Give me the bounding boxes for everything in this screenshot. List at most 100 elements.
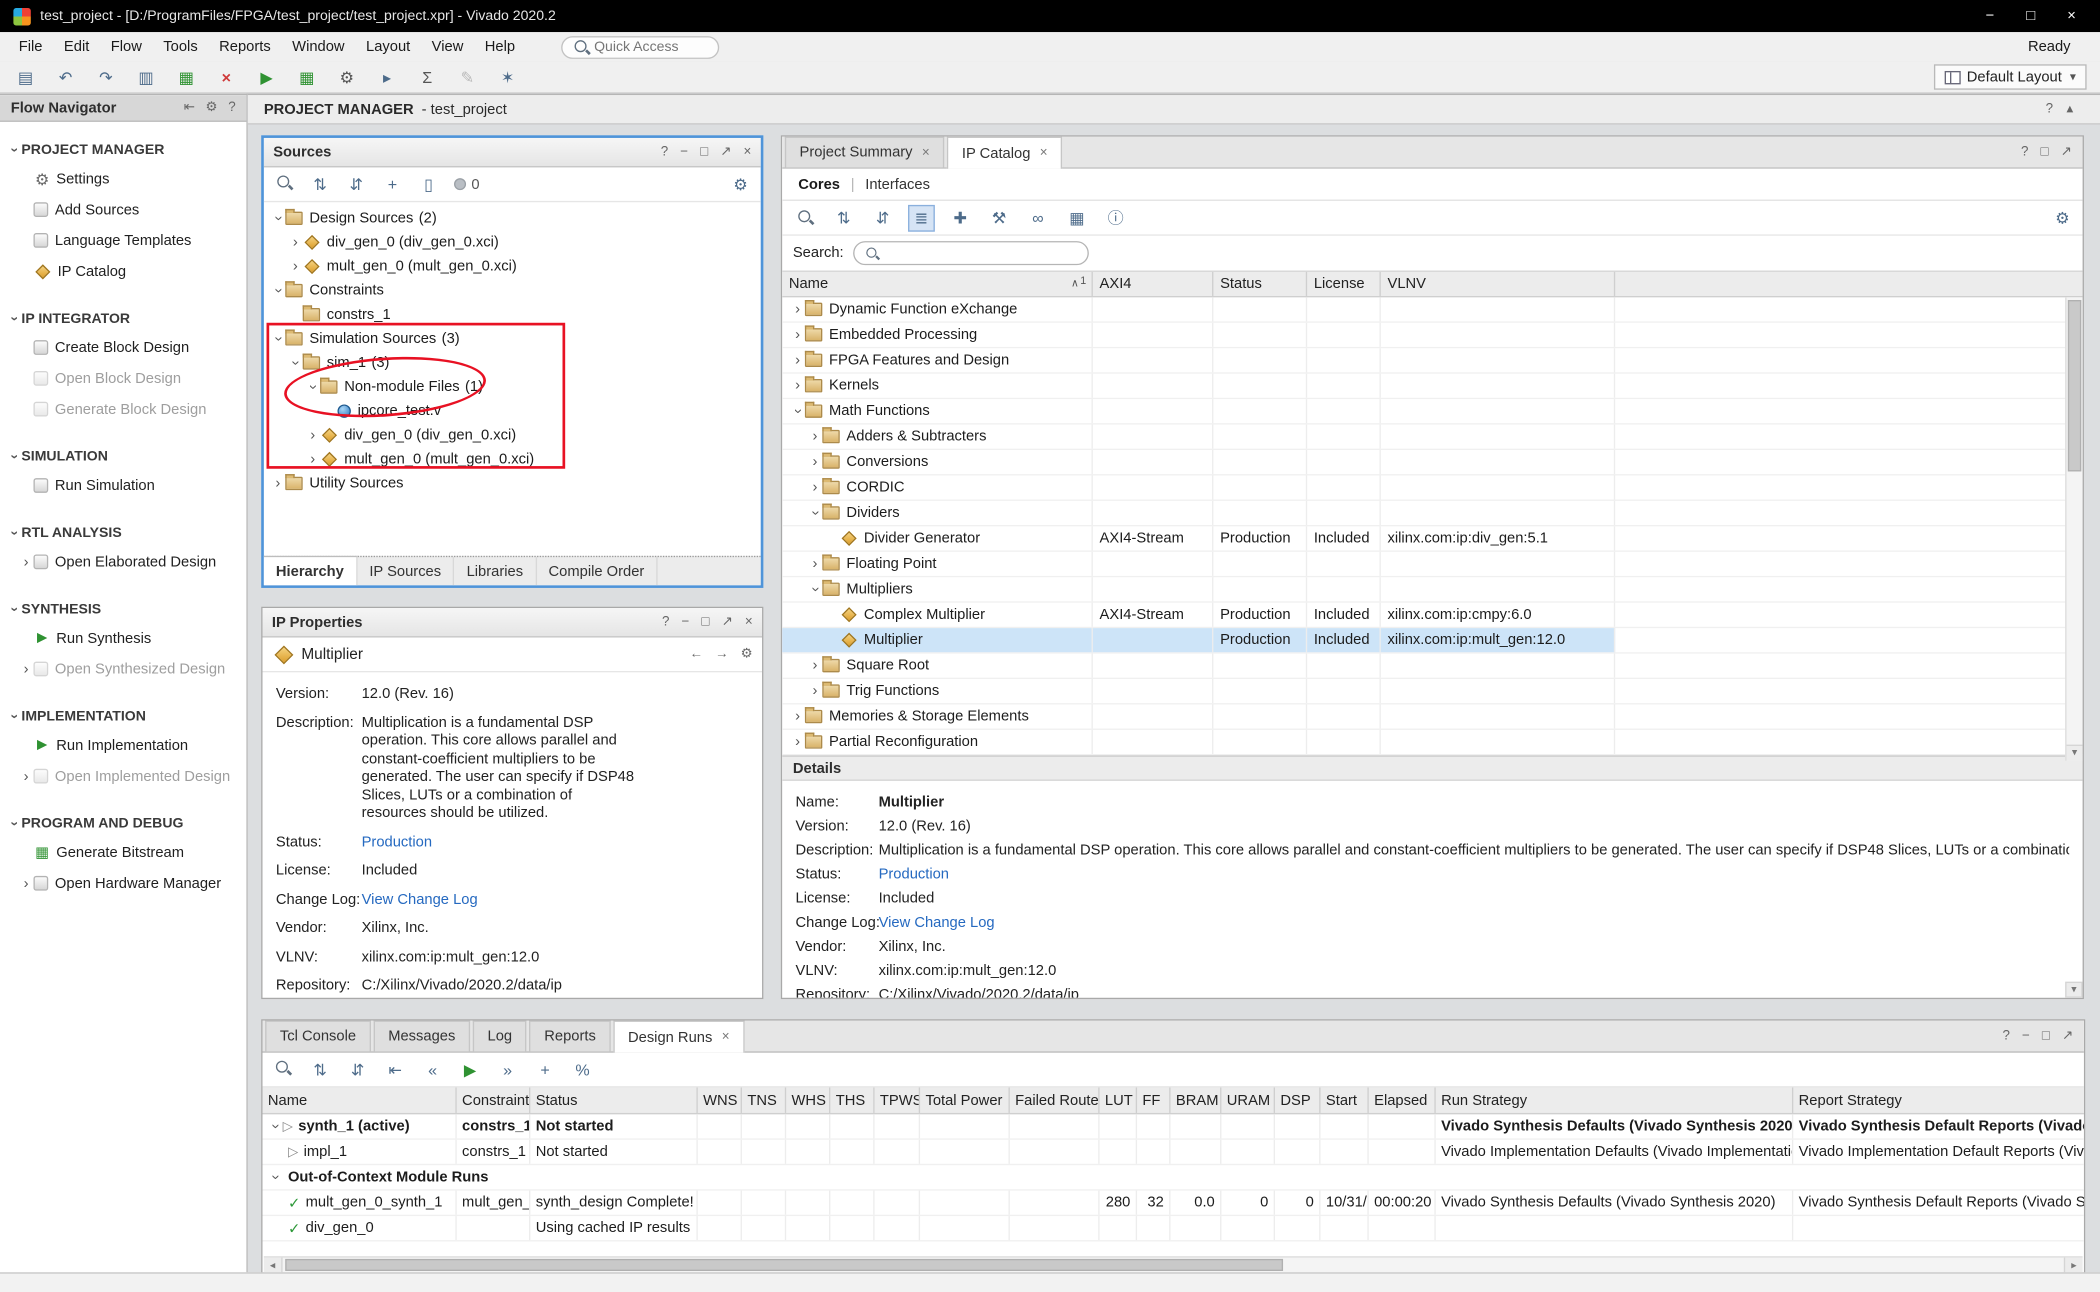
quick-access-input[interactable] [594, 39, 707, 55]
collapse-all-icon[interactable] [309, 175, 330, 194]
maximize-icon[interactable] [2042, 1029, 2050, 1044]
tab-messages[interactable]: Messages [373, 1021, 470, 1052]
flownav-section-program-and-debug[interactable]: PROGRAM AND DEBUG [0, 809, 246, 837]
chevron-icon[interactable] [7, 815, 22, 831]
float-icon[interactable] [2062, 1029, 2073, 1044]
tree-item-simulation-sources[interactable]: Simulation Sources(3) [264, 327, 761, 351]
scroll-left-icon[interactable] [264, 1258, 283, 1273]
maximize-icon[interactable] [2026, 8, 2035, 24]
tab-log[interactable]: Log [473, 1021, 527, 1052]
column-ff[interactable]: FF [1137, 1088, 1170, 1113]
close-icon[interactable] [922, 145, 930, 160]
expand-all-icon[interactable] [869, 204, 896, 231]
scroll-right-icon[interactable] [2064, 1258, 2083, 1273]
view-change-log-link[interactable]: View Change Log [879, 915, 995, 931]
copy-icon[interactable] [134, 68, 158, 87]
column-ths[interactable]: THS [830, 1088, 874, 1113]
chevron-icon[interactable] [808, 479, 823, 495]
horizontal-scrollbar[interactable] [264, 1256, 2083, 1272]
run-row-impl-1[interactable]: impl_1 constrs_1 Not started Vivado Impl… [263, 1140, 2086, 1165]
chevron-right-icon[interactable] [19, 661, 34, 677]
float-icon[interactable] [720, 145, 731, 160]
status-link[interactable]: Production [362, 834, 638, 852]
flownav-section-implementation[interactable]: IMPLEMENTATION [0, 702, 246, 730]
catalog-row-conversions[interactable]: Conversions [782, 450, 2082, 475]
ip-properties-header[interactable]: IP Properties [263, 608, 763, 637]
column-license[interactable]: License [1307, 272, 1381, 296]
settings-icon[interactable] [335, 68, 359, 87]
percentage-icon[interactable] [572, 1060, 593, 1079]
chevron-icon[interactable] [7, 448, 22, 464]
menu-edit[interactable]: Edit [53, 36, 100, 57]
flownav-item-add-sources[interactable]: Add Sources [0, 194, 246, 225]
chevron-icon[interactable] [790, 708, 805, 724]
tab-libraries[interactable]: Libraries [455, 557, 537, 585]
chevron-icon[interactable] [790, 352, 805, 368]
wand-icon[interactable] [496, 68, 520, 87]
add-ip-icon[interactable] [947, 204, 974, 231]
catalog-search-input[interactable] [884, 245, 1072, 261]
chevron-icon[interactable] [271, 210, 286, 226]
minimize-icon[interactable] [1985, 8, 1994, 24]
status-link[interactable]: Production [879, 867, 949, 883]
scrollbar-thumb[interactable] [285, 1259, 1283, 1271]
collapse-all-icon[interactable] [830, 204, 857, 231]
flownav-item-open-synthesized-design[interactable]: Open Synthesized Design [0, 654, 246, 685]
step-back-icon[interactable] [384, 1060, 405, 1079]
menu-view[interactable]: View [421, 36, 474, 57]
tree-item-sim-div-gen-0[interactable]: div_gen_0 (div_gen_0.xci) [264, 423, 761, 447]
next-icon[interactable] [497, 1060, 518, 1079]
column-name[interactable]: Name [263, 1088, 457, 1113]
catalog-row-adders-subtracters[interactable]: Adders & Subtracters [782, 425, 2082, 450]
previous-icon[interactable] [422, 1060, 443, 1079]
details-scroll-down-icon[interactable] [2065, 982, 2082, 998]
flownav-item-language-templates[interactable]: Language Templates [0, 225, 246, 256]
tree-item-sim-mult-gen-0[interactable]: mult_gen_0 (mult_gen_0.xci) [264, 447, 761, 471]
chevron-icon[interactable] [268, 1118, 283, 1134]
tree-item-ipcore-test-v[interactable]: ipcore_test.v [264, 399, 761, 423]
chevron-right-icon[interactable] [19, 768, 34, 784]
flownav-item-settings[interactable]: Settings [0, 163, 246, 194]
catalog-row-math-functions[interactable]: Math Functions [782, 399, 2082, 424]
chevron-icon[interactable] [790, 403, 805, 419]
catalog-row-dynamic-function-exchange[interactable]: Dynamic Function eXchange [782, 297, 2082, 322]
link-icon[interactable] [1025, 204, 1052, 231]
chevron-icon[interactable] [288, 258, 303, 274]
expand-all-icon[interactable] [347, 1060, 368, 1079]
chevron-icon[interactable] [790, 301, 805, 317]
report-icon[interactable] [174, 68, 198, 87]
file-icon[interactable] [418, 175, 439, 194]
flownav-item-open-hardware-manager[interactable]: Open Hardware Manager [0, 868, 246, 899]
column-uram[interactable]: URAM [1221, 1088, 1275, 1113]
catalog-row-square-root[interactable]: Square Root [782, 654, 2082, 679]
run-row-div-gen-0[interactable]: div_gen_0 Using cached IP results [263, 1216, 2086, 1241]
tab-project-summary[interactable]: Project Summary [785, 137, 945, 168]
search-icon[interactable] [792, 204, 819, 231]
grid-icon[interactable] [1063, 204, 1090, 231]
tree-item-constraints[interactable]: Constraints [264, 279, 761, 303]
close-icon[interactable] [1040, 146, 1048, 161]
chevron-icon[interactable] [808, 454, 823, 470]
flownav-item-open-block-design[interactable]: Open Block Design [0, 363, 246, 394]
flownav-section-project-manager[interactable]: PROJECT MANAGER [0, 135, 246, 163]
catalog-row-floating-point[interactable]: Floating Point [782, 552, 2082, 577]
sources-panel-header[interactable]: Sources [264, 138, 761, 167]
chevron-icon[interactable] [288, 234, 303, 250]
help-icon[interactable] [661, 145, 668, 160]
catalog-row-multipliers[interactable]: Multipliers [782, 577, 2082, 602]
catalog-row-divider-generator[interactable]: Divider GeneratorAXI4-StreamProductionIn… [782, 526, 2082, 551]
menu-tools[interactable]: Tools [153, 36, 209, 57]
chevron-right-icon[interactable] [19, 875, 34, 891]
catalog-row-fpga-features[interactable]: FPGA Features and Design [782, 348, 2082, 373]
view-interfaces[interactable]: Interfaces [865, 176, 930, 192]
launch-runs-icon[interactable] [459, 1060, 480, 1079]
minimize-icon[interactable] [680, 145, 688, 160]
help-icon[interactable] [2021, 145, 2028, 160]
menu-file[interactable]: File [8, 36, 53, 57]
hierarchy-toggle-icon[interactable] [908, 204, 935, 231]
sum-icon[interactable] [415, 68, 439, 87]
tree-item-utility-sources[interactable]: Utility Sources [264, 471, 761, 495]
forward-icon[interactable] [715, 647, 728, 662]
chart-icon[interactable] [295, 68, 319, 87]
nav-help-icon[interactable] [228, 100, 235, 115]
